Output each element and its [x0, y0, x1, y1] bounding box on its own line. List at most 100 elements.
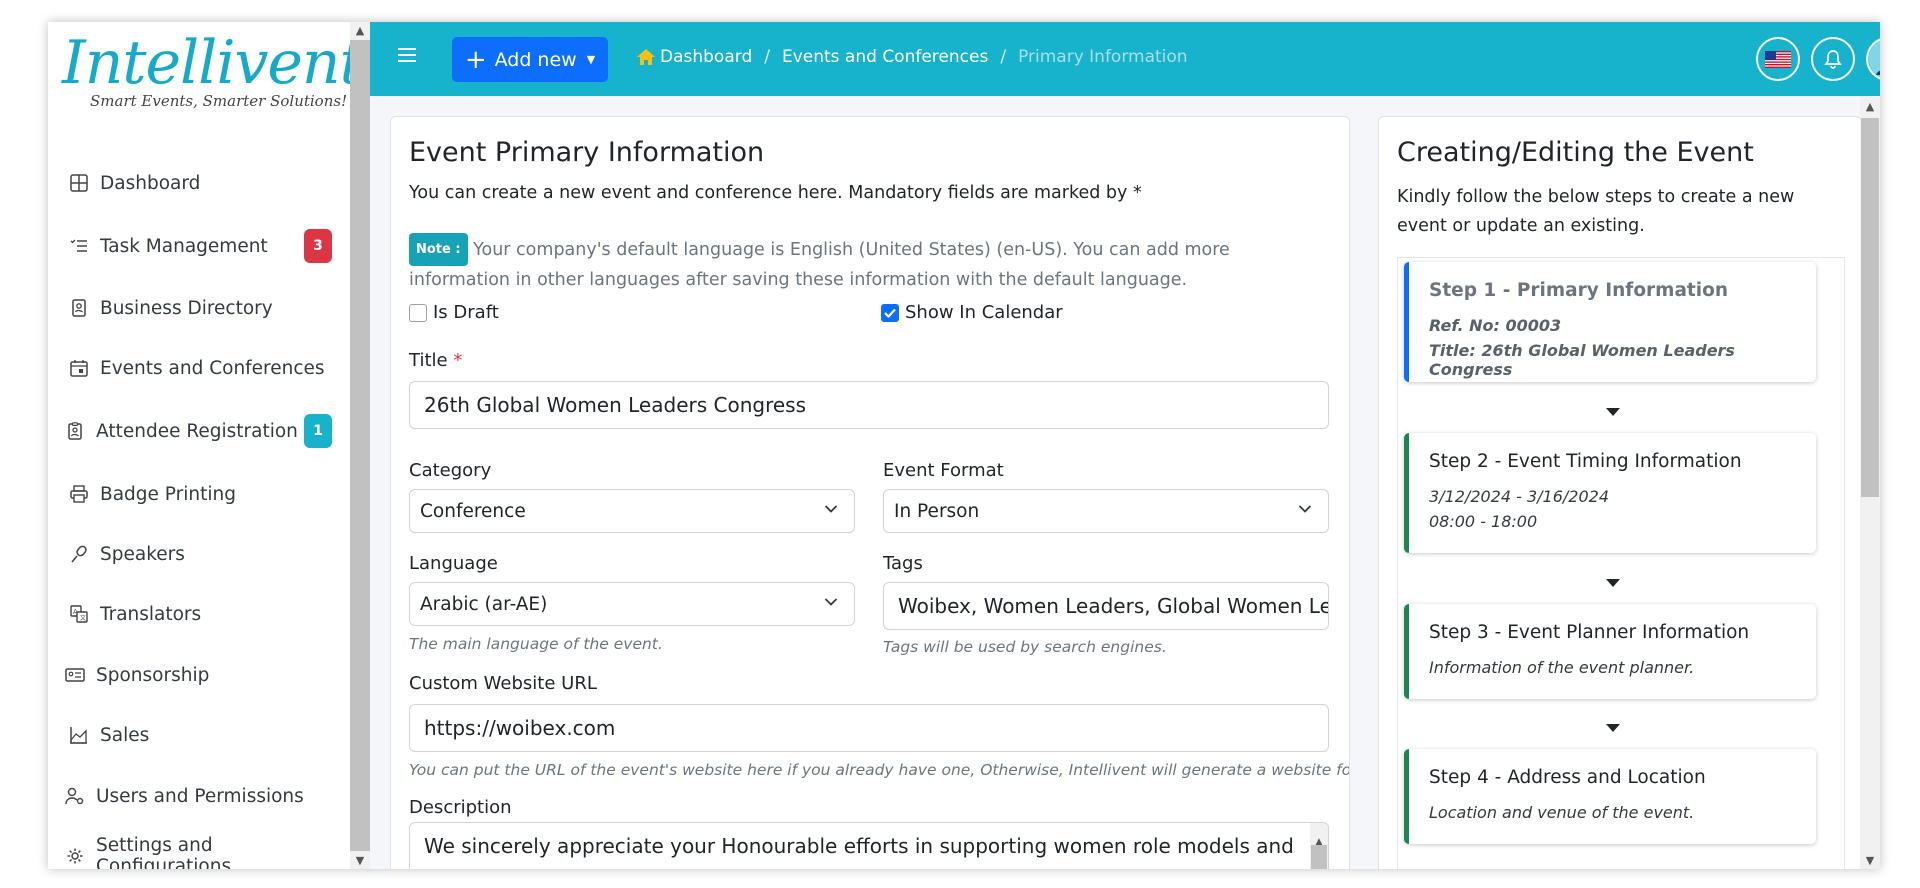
step-title: Step 4 - Address and Location — [1429, 767, 1706, 788]
sidebar-item-label: Speakers — [100, 543, 185, 565]
show-in-calendar-checkbox[interactable]: Show In Calendar — [881, 302, 1063, 323]
breadcrumb: Dashboard / Events and Conferences / Pri… — [636, 47, 1188, 67]
title-input[interactable]: 26th Global Women Leaders Congress — [409, 381, 1329, 429]
microphone-icon — [68, 543, 90, 565]
category-select[interactable]: Conference — [409, 489, 855, 533]
steps-list: Step 1 - Primary Information Ref. No: 00… — [1397, 257, 1845, 869]
chevron-down-icon — [824, 505, 838, 513]
breadcrumb-events-and-conferences[interactable]: Events and Conferences — [782, 47, 988, 67]
breadcrumb-separator: / — [1000, 47, 1007, 67]
sidebar: Intellivent Smart Events, Smarter Soluti… — [48, 22, 364, 869]
show-in-calendar-label: Show In Calendar — [905, 302, 1063, 323]
sidebar-scrollbar-thumb[interactable] — [350, 40, 370, 851]
sidebar-scroll-down-icon[interactable]: ▼ — [350, 854, 370, 867]
chevron-down-icon — [1298, 505, 1312, 513]
user-avatar-button[interactable] — [1866, 37, 1880, 81]
description-text: We sincerely appreciate your Honourable … — [424, 834, 1294, 858]
steps-subtitle: Kindly follow the below steps to create … — [1397, 187, 1795, 236]
step-4-address-and-location[interactable]: Step 4 - Address and Location Location a… — [1404, 749, 1816, 844]
clipboard-user-icon — [64, 420, 86, 442]
sidebar-item-business-directory[interactable]: Business Directory — [48, 287, 350, 329]
app-window: Intellivent Smart Events, Smarter Soluti… — [48, 22, 1880, 869]
caret-down-icon — [1606, 408, 1620, 416]
event-format-label: Event Format — [883, 460, 1004, 481]
language-select[interactable]: Arabic (ar-AE) — [409, 582, 855, 626]
description-textarea[interactable]: We sincerely appreciate your Honourable … — [409, 822, 1329, 869]
sidebar-scroll-up-icon[interactable]: ▲ — [350, 24, 370, 37]
sidebar-item-settings-and-configurations[interactable]: Settings and Configurations — [48, 835, 350, 869]
event-format-value: In Person — [894, 500, 980, 522]
brand-tagline: Smart Events, Smarter Solutions! — [90, 92, 348, 110]
svg-text:A: A — [73, 608, 78, 616]
url-help-text: You can put the URL of the event's websi… — [409, 761, 1350, 779]
sidebar-item-dashboard[interactable]: Dashboard — [48, 162, 350, 204]
notifications-button[interactable] — [1811, 37, 1855, 81]
sidebar-item-speakers[interactable]: Speakers — [48, 533, 350, 575]
is-draft-box[interactable] — [409, 303, 427, 322]
step-title: Step 1 - Primary Information — [1429, 280, 1728, 301]
is-draft-checkbox[interactable]: Is Draft — [409, 302, 499, 323]
step-3-event-planner[interactable]: Step 3 - Event Planner Information Infor… — [1404, 604, 1816, 699]
sidebar-item-sales[interactable]: Sales — [48, 714, 350, 756]
sidebar-item-translators[interactable]: A文 Translators — [48, 593, 350, 635]
sidebar-item-task-management[interactable]: Task Management 3 — [48, 225, 350, 267]
sidebar-item-label: Business Directory — [100, 297, 273, 319]
printer-icon — [68, 483, 90, 505]
sidebar-item-sponsorship[interactable]: Sponsorship — [48, 654, 350, 696]
tags-input[interactable]: Woibex, Women Leaders, Global Women Lea — [883, 582, 1329, 630]
language-label: Language — [409, 553, 498, 574]
brand-logo[interactable]: Intellivent — [62, 28, 364, 98]
category-label: Category — [409, 460, 492, 481]
add-new-button[interactable]: + Add new ▼ — [452, 37, 608, 82]
event-format-select[interactable]: In Person — [883, 489, 1329, 533]
sidebar-item-label: Dashboard — [100, 172, 201, 194]
sidebar-item-label: Attendee Registration — [96, 420, 298, 442]
sidebar-item-events-and-conferences[interactable]: Events and Conferences — [48, 347, 350, 389]
chart-icon — [68, 724, 90, 746]
step-2-event-timing[interactable]: Step 2 - Event Timing Information 3/12/2… — [1404, 433, 1816, 553]
sidebar-item-users-and-permissions[interactable]: Users and Permissions — [48, 775, 350, 817]
custom-website-url-input[interactable]: https://woibex.com — [409, 704, 1329, 752]
task-count-badge: 3 — [304, 229, 332, 263]
breadcrumb-separator: / — [764, 47, 770, 67]
topbar: + Add new ▼ Dashboard / Events and Confe… — [370, 22, 1880, 96]
bell-icon — [1824, 50, 1842, 69]
calendar-icon — [68, 357, 90, 379]
breadcrumb-dashboard[interactable]: Dashboard — [660, 47, 752, 67]
plus-icon: + — [464, 44, 487, 75]
primary-info-card: Event Primary Information You can create… — [390, 116, 1350, 869]
step-dates: 3/12/2024 - 3/16/2024 — [1429, 487, 1610, 506]
title-field-label: Title * — [409, 350, 463, 371]
language-help-text: The main language of the event. — [409, 635, 663, 653]
step-description: Information of the event planner. — [1429, 658, 1695, 677]
note-text: Your company's default language is Engli… — [409, 240, 1230, 290]
main-scrollbar-thumb[interactable] — [1861, 118, 1879, 497]
main-scroll-down-icon[interactable]: ▼ — [1860, 854, 1880, 867]
chevron-down-icon — [824, 598, 838, 606]
tags-label: Tags — [883, 553, 923, 574]
step-event-title: Title: 26th Global Women Leaders Congres… — [1429, 341, 1735, 379]
sidebar-item-label: Translators — [100, 603, 202, 625]
step-1-primary-information[interactable]: Step 1 - Primary Information Ref. No: 00… — [1404, 262, 1816, 382]
is-draft-label: Is Draft — [433, 302, 499, 323]
show-in-calendar-box[interactable] — [881, 303, 899, 322]
tags-help-text: Tags will be used by search engines. — [883, 638, 1167, 656]
check-icon — [884, 308, 896, 318]
attendee-count-badge: 1 — [304, 414, 332, 448]
language-value: Arabic (ar-AE) — [420, 593, 548, 615]
page-title: Event Primary Information — [409, 137, 765, 168]
custom-website-url-label: Custom Website URL — [409, 673, 597, 694]
contact-book-icon — [68, 297, 90, 319]
description-scrollbar-thumb[interactable] — [1311, 845, 1327, 869]
sidebar-item-badge-printing[interactable]: Badge Printing — [48, 473, 350, 515]
step-title: Step 3 - Event Planner Information — [1429, 622, 1750, 643]
description-scrollbar[interactable]: ▲ — [1310, 823, 1328, 869]
main-scroll-up-icon[interactable]: ▲ — [1860, 100, 1880, 113]
home-icon — [637, 49, 655, 65]
sidebar-item-attendee-registration[interactable]: Attendee Registration 1 — [48, 410, 350, 452]
breadcrumb-current: Primary Information — [1018, 47, 1188, 67]
hamburger-menu-icon[interactable] — [398, 44, 424, 70]
caret-down-icon: ▼ — [586, 53, 596, 66]
caret-down-icon — [1606, 579, 1620, 587]
language-flag-button[interactable] — [1756, 37, 1800, 81]
